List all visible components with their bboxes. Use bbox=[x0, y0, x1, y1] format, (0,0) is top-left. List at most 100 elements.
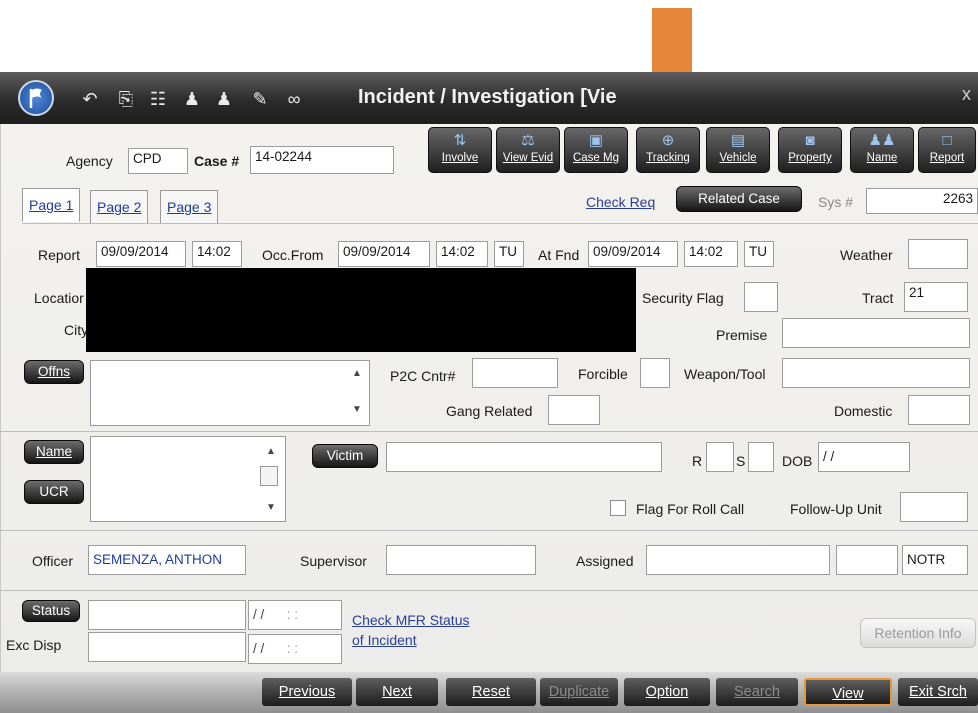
at-found-day-field[interactable]: TU bbox=[744, 241, 774, 267]
name-module-button[interactable]: ♟♟ Name bbox=[850, 127, 914, 173]
scroll-down-icon[interactable]: ▼ bbox=[352, 404, 362, 415]
case-management-button[interactable]: ▣ Case Mg bbox=[564, 127, 628, 173]
report-icon: □ bbox=[942, 132, 952, 149]
agency-field[interactable]: CPD bbox=[128, 148, 188, 174]
tracking-button[interactable]: ⊕ Tracking bbox=[636, 127, 700, 173]
notr-field[interactable]: NOTR bbox=[902, 545, 968, 575]
occ-from-label: Occ.From bbox=[262, 247, 324, 263]
tab-page-3[interactable]: Page 3 bbox=[160, 190, 219, 224]
occ-from-time-field[interactable]: 14:02 bbox=[436, 241, 488, 267]
next-button[interactable]: Next bbox=[356, 678, 438, 706]
follow-up-unit-field[interactable] bbox=[900, 492, 968, 522]
involve-button[interactable]: ⇅ Involve bbox=[428, 127, 492, 173]
paperclip-icon[interactable]: ⎘ bbox=[114, 88, 138, 110]
sex-field[interactable] bbox=[748, 442, 774, 472]
evidence-icon: ⚖ bbox=[521, 132, 535, 149]
report-time-field[interactable]: 14:02 bbox=[192, 241, 242, 267]
officer-label: Officer bbox=[32, 553, 73, 569]
agency-label: Agency bbox=[66, 153, 113, 169]
at-found-date-field[interactable]: 09/09/2014 bbox=[588, 241, 678, 267]
premise-field[interactable] bbox=[782, 318, 970, 348]
scroll-down-icon[interactable]: ▼ bbox=[266, 502, 276, 513]
section-divider bbox=[0, 530, 978, 531]
supervisor-label: Supervisor bbox=[300, 553, 367, 569]
check-mfr-status-link-line2[interactable]: of Incident bbox=[352, 632, 417, 648]
check-req-link[interactable]: Check Req bbox=[586, 194, 655, 210]
occ-from-date-field[interactable]: 09/09/2014 bbox=[338, 241, 430, 267]
people-icon: ♟♟ bbox=[868, 132, 896, 149]
race-label: R bbox=[692, 453, 703, 469]
exc-disp-label: Exc Disp bbox=[6, 637, 62, 653]
case-number-field[interactable]: 14-02244 bbox=[250, 146, 394, 174]
related-case-button[interactable]: Related Case bbox=[676, 186, 802, 212]
forcible-field[interactable] bbox=[640, 358, 670, 388]
window-title: Incident / Investigation [Vie bbox=[358, 86, 617, 108]
ucr-button[interactable]: UCR bbox=[24, 480, 84, 504]
search-button[interactable]: Search bbox=[716, 678, 798, 706]
pencil-icon[interactable]: ✎ bbox=[248, 88, 272, 110]
property-button[interactable]: ◙ Property bbox=[778, 127, 842, 173]
tract-field[interactable]: 21 bbox=[904, 282, 968, 312]
report-module-button[interactable]: □ Report bbox=[918, 127, 976, 173]
exc-disp-date-field[interactable]: / / : : bbox=[248, 634, 342, 664]
p2c-counter-field[interactable] bbox=[472, 358, 558, 388]
assigned-extra-field[interactable] bbox=[836, 545, 898, 575]
officer-field[interactable]: SEMENZA, ANTHON bbox=[88, 545, 246, 575]
annotation-arrow-shaft bbox=[652, 8, 692, 78]
tracking-icon: ⊕ bbox=[661, 132, 675, 149]
view-evidence-button[interactable]: ⚖ View Evid bbox=[496, 127, 560, 173]
option-button[interactable]: Option bbox=[624, 678, 710, 706]
flag-roll-call-checkbox[interactable] bbox=[610, 500, 626, 516]
vehicle-button[interactable]: ▤ Vehicle bbox=[706, 127, 770, 173]
reset-button[interactable]: Reset bbox=[446, 678, 536, 706]
occ-from-day-field[interactable]: TU bbox=[494, 241, 524, 267]
sys-number-field[interactable]: 2263 bbox=[866, 188, 978, 214]
security-flag-label: Security Flag bbox=[642, 290, 724, 306]
supervisor-field[interactable] bbox=[386, 545, 536, 575]
dob-field[interactable]: / / bbox=[818, 442, 910, 472]
tab-page-2[interactable]: Page 2 bbox=[90, 190, 149, 224]
person-icon[interactable]: ♟ bbox=[180, 88, 204, 110]
link-icon[interactable]: ∞ bbox=[282, 88, 306, 110]
race-field[interactable] bbox=[706, 442, 734, 472]
retention-info-button[interactable]: Retention Info bbox=[860, 618, 976, 648]
redacted-address-block bbox=[86, 268, 636, 352]
flag-icon[interactable] bbox=[18, 80, 54, 116]
assigned-field[interactable] bbox=[646, 545, 830, 575]
weather-field[interactable] bbox=[908, 239, 968, 269]
offenses-button[interactable]: Offns bbox=[24, 360, 84, 384]
back-arrow-icon[interactable]: ↶ bbox=[78, 88, 102, 110]
tab-page-1[interactable]: Page 1 bbox=[22, 188, 81, 222]
offenses-listbox[interactable] bbox=[90, 360, 370, 426]
status-button[interactable]: Status bbox=[22, 600, 80, 622]
status-field[interactable] bbox=[88, 600, 246, 630]
view-button[interactable]: View bbox=[804, 678, 892, 706]
victim-button[interactable]: Victim bbox=[312, 444, 378, 468]
scroll-up-icon[interactable]: ▲ bbox=[352, 368, 362, 379]
previous-button[interactable]: Previous bbox=[262, 678, 352, 706]
involve-icon: ⇅ bbox=[453, 132, 467, 149]
gang-related-field[interactable] bbox=[548, 395, 600, 425]
location-label: Locatior bbox=[34, 290, 84, 306]
report-date-field[interactable]: 09/09/2014 bbox=[96, 241, 186, 267]
close-icon[interactable]: x bbox=[962, 84, 971, 105]
scroll-up-icon[interactable]: ▲ bbox=[266, 446, 276, 457]
domestic-field[interactable] bbox=[908, 395, 970, 425]
flag-roll-call-label: Flag For Roll Call bbox=[636, 501, 745, 517]
exc-disp-field[interactable] bbox=[88, 632, 246, 662]
person-icon[interactable]: ♟ bbox=[212, 88, 236, 110]
names-listbox[interactable] bbox=[90, 436, 286, 522]
security-flag-field[interactable] bbox=[744, 282, 778, 312]
at-found-time-field[interactable]: 14:02 bbox=[684, 241, 738, 267]
check-mfr-status-link[interactable]: Check MFR Status bbox=[352, 612, 469, 628]
exit-search-button[interactable]: Exit Srch bbox=[898, 678, 978, 706]
form-icon[interactable]: ☷ bbox=[146, 88, 170, 110]
scrollbar-thumb[interactable] bbox=[260, 466, 278, 486]
status-date-field[interactable]: / / : : bbox=[248, 600, 342, 630]
duplicate-button[interactable]: Duplicate bbox=[540, 678, 618, 706]
report-label: Report bbox=[38, 247, 81, 263]
victim-name-field[interactable] bbox=[386, 442, 662, 472]
weapon-tool-field[interactable] bbox=[782, 358, 970, 388]
city-label: City bbox=[64, 322, 89, 338]
name-button[interactable]: Name bbox=[24, 440, 84, 464]
